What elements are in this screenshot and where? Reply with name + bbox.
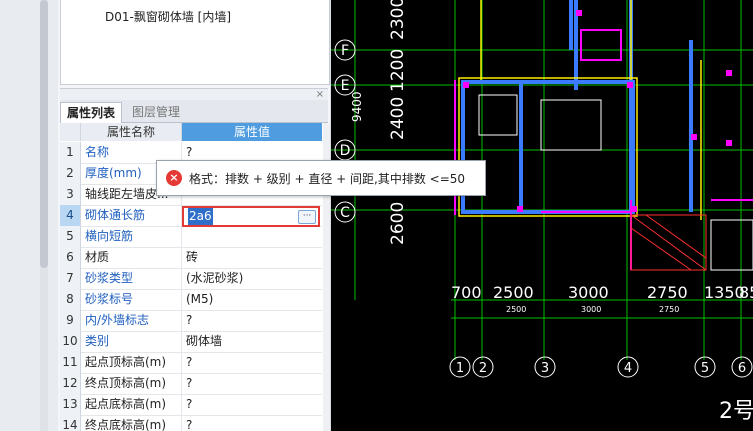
row-number: 3 [60,184,81,205]
row-number: 10 [60,331,81,352]
small-vertical-dim: 9400 [350,91,364,122]
horizontal-dim: 700 [451,283,482,302]
table-row[interactable]: 14 终点底标高(m) ? [60,415,322,431]
tree-node-wall[interactable]: D01-飘窗砌体墙 [内墙] [105,8,231,25]
row-number: 1 [60,142,81,163]
value-editor[interactable]: 2a6 ··· [182,206,320,227]
property-name: 起点底标高(m) [85,394,182,415]
row-number: 5 [60,226,81,247]
vertical-dim: 2300 [388,0,408,40]
row-number: 4 [60,205,81,226]
row-number: 6 [60,247,81,268]
panel-tabs: 属性列表 图层管理 [60,100,328,124]
drawing-title: 2号 [719,399,753,424]
table-row[interactable]: 9 内/外墙标志 ? [60,310,322,332]
wall-blue [461,0,693,214]
axis-letter: F [341,43,349,59]
axis-letter: C [340,205,350,221]
close-icon[interactable]: × [316,89,324,100]
axis-number: 4 [624,361,632,376]
editor-input-text[interactable]: 2a6 [188,208,213,225]
axis-number: 3 [541,361,549,376]
cad-drawing-canvas[interactable]: 2300 1200 2400 2600 9400 F E D C 700 250… [331,0,753,431]
table-row-selected[interactable]: 4 砌体通长筋 2a6 ··· [60,205,322,227]
error-icon: × [166,170,182,186]
property-name: 砂浆类型 [85,268,182,289]
property-value[interactable]: (M5) [186,289,322,310]
property-name: 砌体通长筋 [85,205,182,226]
table-row[interactable]: 5 横向短筋 [60,226,322,248]
scroll-thumb[interactable] [40,0,48,268]
component-tree: D01-飘窗砌体墙 [内墙] [60,0,330,85]
property-name: 终点底标高(m) [85,415,182,431]
row-number: 13 [60,394,81,415]
row-number: 2 [60,163,81,184]
horizontal-dim-small: 2500 [506,305,526,314]
axis-number: 2 [479,361,487,376]
property-value[interactable]: ? [186,373,322,394]
left-scrollbar[interactable] [0,0,58,431]
table-row[interactable]: 6 材质 砖 [60,247,322,269]
vertical-dim: 1200 [388,49,408,92]
property-value[interactable]: (水泥砂浆) [186,268,322,289]
row-number: 11 [60,352,81,373]
error-tooltip: × 格式：排数 + 级别 + 直径 + 间距,其中排数 <=50 [156,160,486,196]
row-number: 12 [60,373,81,394]
table-row[interactable]: 11 起点顶标高(m) ? [60,352,322,374]
tab-layer-management[interactable]: 图层管理 [126,102,186,122]
row-number: 14 [60,415,81,431]
small-horizontal-dims: 2500 3000 2750 [506,305,679,314]
property-value[interactable]: 砖 [186,247,322,268]
property-value[interactable]: 砌体墙 [186,331,322,352]
hatch-red [630,214,707,271]
horizontal-dim-small: 2750 [659,305,679,314]
row-number: 8 [60,289,81,310]
cad-drawing: 2300 1200 2400 2600 9400 F E D C 700 250… [331,0,753,424]
axis-number: 1 [456,361,464,376]
property-value[interactable]: ? [186,310,322,331]
axis-numbers: 1 2 3 4 5 6 [456,361,746,376]
vertical-dim: 2600 [388,202,408,245]
table-row[interactable]: 12 终点顶标高(m) ? [60,373,322,395]
property-name: 终点顶标高(m) [85,373,182,394]
row-number: 7 [60,268,81,289]
horizontal-dim: 2750 [647,283,688,302]
property-name: 材质 [85,247,182,268]
property-name: 起点顶标高(m) [85,352,182,373]
horizontal-dim-small: 3000 [581,305,601,314]
header-index [60,123,81,141]
vertical-dim-small: 9400 [350,91,364,122]
property-value[interactable] [186,226,322,247]
property-name: 内/外墙标志 [85,310,182,331]
property-value[interactable]: ? [186,352,322,373]
table-row[interactable]: 10 类别 砌体墙 [60,331,322,353]
property-name: 类别 [85,331,182,352]
property-panel: D01-飘窗砌体墙 [内墙] × 属性列表 图层管理 属性名称 属性值 1 名称… [58,0,330,431]
horizontal-dim: 85 [739,283,753,302]
table-row[interactable]: 8 砂浆标号 (M5) [60,289,322,311]
row-number: 9 [60,310,81,331]
horizontal-dim: 3000 [568,283,609,302]
header-property-name: 属性名称 [81,123,182,141]
horizontal-dimensions: 700 2500 3000 2750 1350 85 [451,283,753,302]
vertical-dim: 2400 [388,97,408,140]
property-value[interactable]: ? [186,415,322,431]
tab-property-list[interactable]: 属性列表 [60,102,123,124]
vertical-dimensions: 2300 1200 2400 2600 [388,0,408,245]
property-value[interactable]: ? [186,394,322,415]
property-name: 砂浆标号 [85,289,182,310]
horizontal-dim: 2500 [493,283,534,302]
axis-number: 6 [738,361,746,376]
axis-number: 5 [701,361,709,376]
ellipsis-button[interactable]: ··· [298,210,316,224]
axis-letter: D [340,143,351,159]
header-property-value: 属性值 [182,123,322,141]
table-row[interactable]: 13 起点底标高(m) ? [60,394,322,416]
axis-letter: E [341,78,350,94]
table-row[interactable]: 7 砂浆类型 (水泥砂浆) [60,268,322,290]
error-message: 格式：排数 + 级别 + 直径 + 间距,其中排数 <=50 [189,172,466,186]
property-name: 横向短筋 [85,226,182,247]
